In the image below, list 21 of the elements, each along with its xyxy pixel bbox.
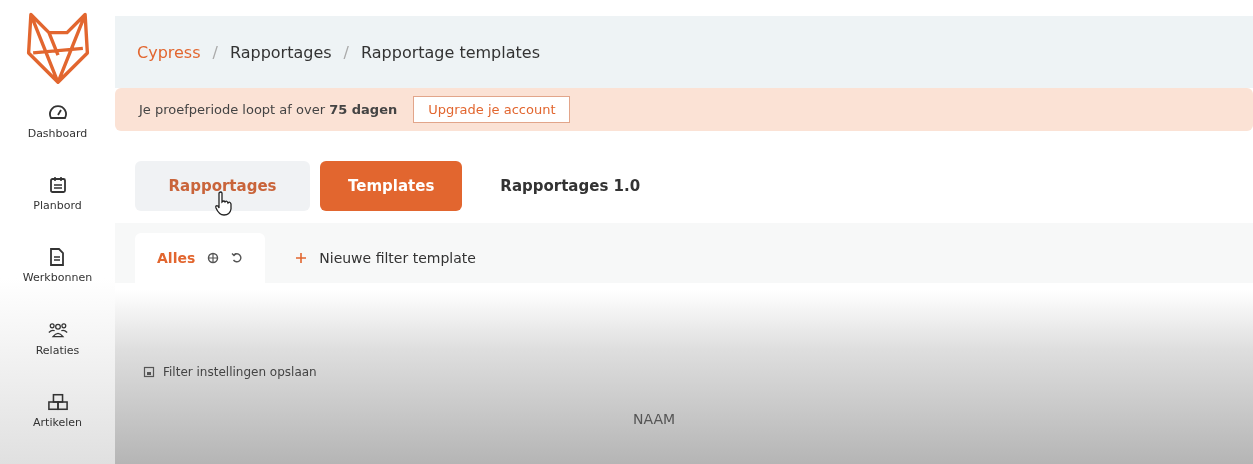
save-filter-button[interactable]: Filter instellingen opslaan — [143, 365, 1253, 379]
plus-icon — [295, 252, 308, 264]
breadcrumb-link[interactable]: Rapportages — [229, 42, 332, 62]
tab[interactable]: Rapportages 1.0 — [472, 161, 669, 211]
sidebar-item[interactable]: Dashboard — [27, 103, 88, 176]
column-header: NAAM — [633, 411, 676, 427]
boxes-icon — [47, 391, 68, 412]
sidebar-item[interactable]: Relaties — [35, 319, 80, 392]
sidebar-item[interactable]: Werkbonnen — [22, 247, 93, 320]
save-icon — [143, 366, 155, 378]
breadcrumb-separator: / — [343, 42, 349, 62]
calendar-icon — [47, 175, 68, 196]
breadcrumb-separator: / — [212, 42, 218, 62]
reset-icon — [231, 252, 244, 264]
upgrade-button[interactable]: Upgrade je account — [413, 96, 571, 123]
breadcrumb-link[interactable]: Rapportage templates — [361, 42, 540, 62]
new-filter-button[interactable]: Nieuwe filter template — [273, 233, 498, 283]
globe-icon — [207, 252, 220, 264]
sidebar-item[interactable]: Planbord — [33, 175, 82, 248]
trial-message: Je proefperiode loopt af over 75 dagen — [139, 102, 398, 117]
sidebar-item[interactable]: Artikelen — [33, 391, 82, 464]
